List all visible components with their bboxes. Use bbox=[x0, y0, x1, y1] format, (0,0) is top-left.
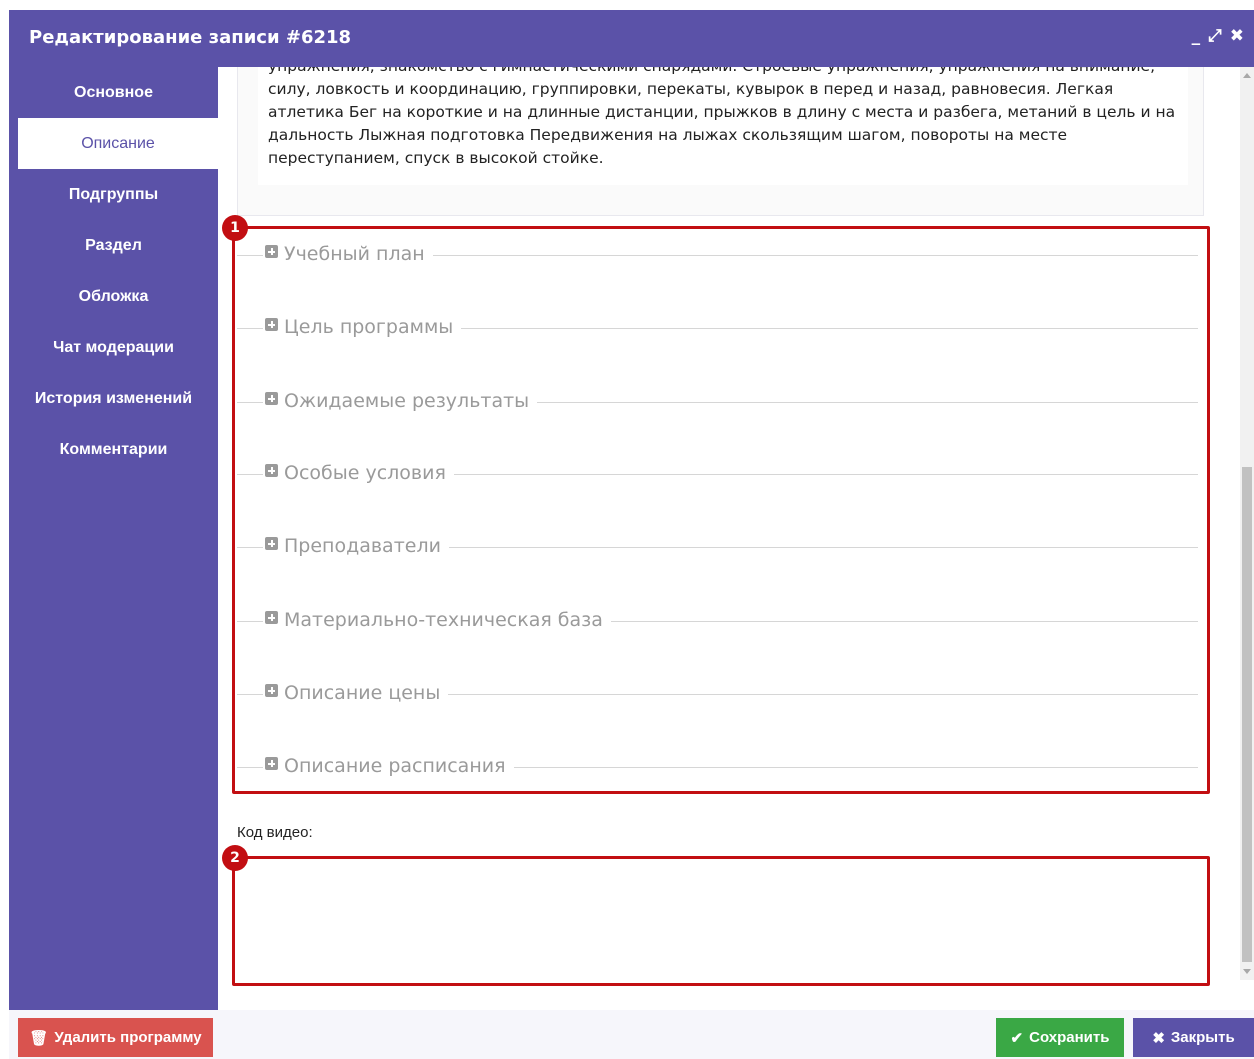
sidebar-item-main[interactable]: Основное bbox=[9, 67, 218, 118]
save-label: Сохранить bbox=[1029, 1029, 1110, 1046]
dialog-footer: 🗑 Удалить программу ✔ Сохранить ✖ Закрыт… bbox=[9, 1010, 1254, 1059]
plus-icon[interactable] bbox=[265, 317, 278, 331]
close-label: Закрыть bbox=[1170, 1029, 1235, 1046]
save-button[interactable]: ✔ Сохранить bbox=[996, 1018, 1124, 1057]
plus-icon[interactable] bbox=[265, 683, 278, 697]
checkmark-icon: ✔ bbox=[1010, 1029, 1024, 1047]
dialog-title: Редактирование записи #6218 bbox=[29, 27, 352, 48]
delete-program-button[interactable]: 🗑 Удалить программу bbox=[18, 1018, 213, 1057]
sidebar-item-moderation-chat[interactable]: Чат модерации bbox=[9, 322, 218, 373]
sidebar-item-subgroups[interactable]: Подгруппы bbox=[9, 169, 218, 220]
sidebar-item-change-history[interactable]: История изменений bbox=[9, 373, 218, 424]
section-label: Цель программы bbox=[284, 316, 454, 338]
section-label: Учебный план bbox=[284, 243, 425, 265]
plus-icon[interactable] bbox=[265, 391, 278, 405]
sidebar-item-section[interactable]: Раздел bbox=[9, 220, 218, 271]
plus-icon[interactable] bbox=[265, 244, 278, 258]
video-code-input[interactable] bbox=[237, 857, 1211, 986]
trash-icon: 🗑 bbox=[29, 1029, 49, 1047]
section-label: Описание цены bbox=[284, 682, 441, 704]
scrollbar-thumb[interactable] bbox=[1242, 467, 1252, 962]
section-program-goal[interactable]: Цель программы bbox=[233, 316, 1198, 340]
scroll-down-arrow-icon[interactable] bbox=[1243, 969, 1251, 974]
video-code-label: Код видео: bbox=[237, 824, 313, 841]
plus-icon[interactable] bbox=[265, 610, 278, 624]
main-content: упражнения, знакомство с гимнастическими… bbox=[218, 67, 1240, 1010]
window-controls: _ ⤢ ✖ bbox=[1192, 26, 1244, 46]
edit-record-dialog: Редактирование записи #6218 _ ⤢ ✖ Основн… bbox=[0, 0, 1254, 1059]
sidebar-item-cover[interactable]: Обложка bbox=[9, 271, 218, 322]
close-icon: ✖ bbox=[1152, 1029, 1165, 1047]
section-curriculum[interactable]: Учебный план bbox=[233, 243, 1198, 267]
section-expected-results[interactable]: Ожидаемые результаты bbox=[233, 390, 1198, 414]
section-label: Преподаватели bbox=[284, 535, 441, 557]
section-price-description[interactable]: Описание цены bbox=[233, 682, 1198, 706]
close-icon[interactable]: ✖ bbox=[1230, 26, 1244, 46]
description-panel: упражнения, знакомство с гимнастическими… bbox=[237, 67, 1204, 216]
section-special-conditions[interactable]: Особые условия bbox=[233, 462, 1198, 486]
scroll-up-arrow-icon[interactable] bbox=[1243, 73, 1251, 78]
section-label: Описание расписания bbox=[284, 755, 506, 777]
collapsible-sections: Учебный план Цель программы Ожидаемые ре… bbox=[233, 227, 1203, 789]
annotation-badge-1: 1 bbox=[222, 215, 248, 241]
section-schedule-description[interactable]: Описание расписания bbox=[233, 755, 1198, 779]
vertical-scrollbar[interactable] bbox=[1240, 67, 1254, 980]
maximize-icon[interactable]: ⤢ bbox=[1208, 26, 1222, 46]
sidebar-nav: Основное Описание Подгруппы Раздел Облож… bbox=[9, 67, 218, 1010]
annotation-badge-2: 2 bbox=[222, 845, 248, 871]
plus-icon[interactable] bbox=[265, 756, 278, 770]
title-bar: Редактирование записи #6218 _ ⤢ ✖ bbox=[9, 10, 1254, 67]
section-label: Особые условия bbox=[284, 462, 446, 484]
close-button[interactable]: ✖ Закрыть bbox=[1133, 1018, 1254, 1057]
section-label: Ожидаемые результаты bbox=[284, 390, 530, 412]
plus-icon[interactable] bbox=[265, 463, 278, 477]
section-label: Материально-техническая база bbox=[284, 609, 603, 631]
plus-icon[interactable] bbox=[265, 536, 278, 550]
section-teachers[interactable]: Преподаватели bbox=[233, 535, 1198, 559]
minimize-icon[interactable]: _ bbox=[1192, 26, 1201, 46]
section-material-base[interactable]: Материально-техническая база bbox=[233, 609, 1198, 633]
sidebar-item-description[interactable]: Описание bbox=[18, 118, 218, 169]
delete-program-label: Удалить программу bbox=[54, 1029, 202, 1046]
sidebar-item-comments[interactable]: Комментарии bbox=[9, 424, 218, 475]
description-text[interactable]: упражнения, знакомство с гимнастическими… bbox=[258, 67, 1188, 185]
